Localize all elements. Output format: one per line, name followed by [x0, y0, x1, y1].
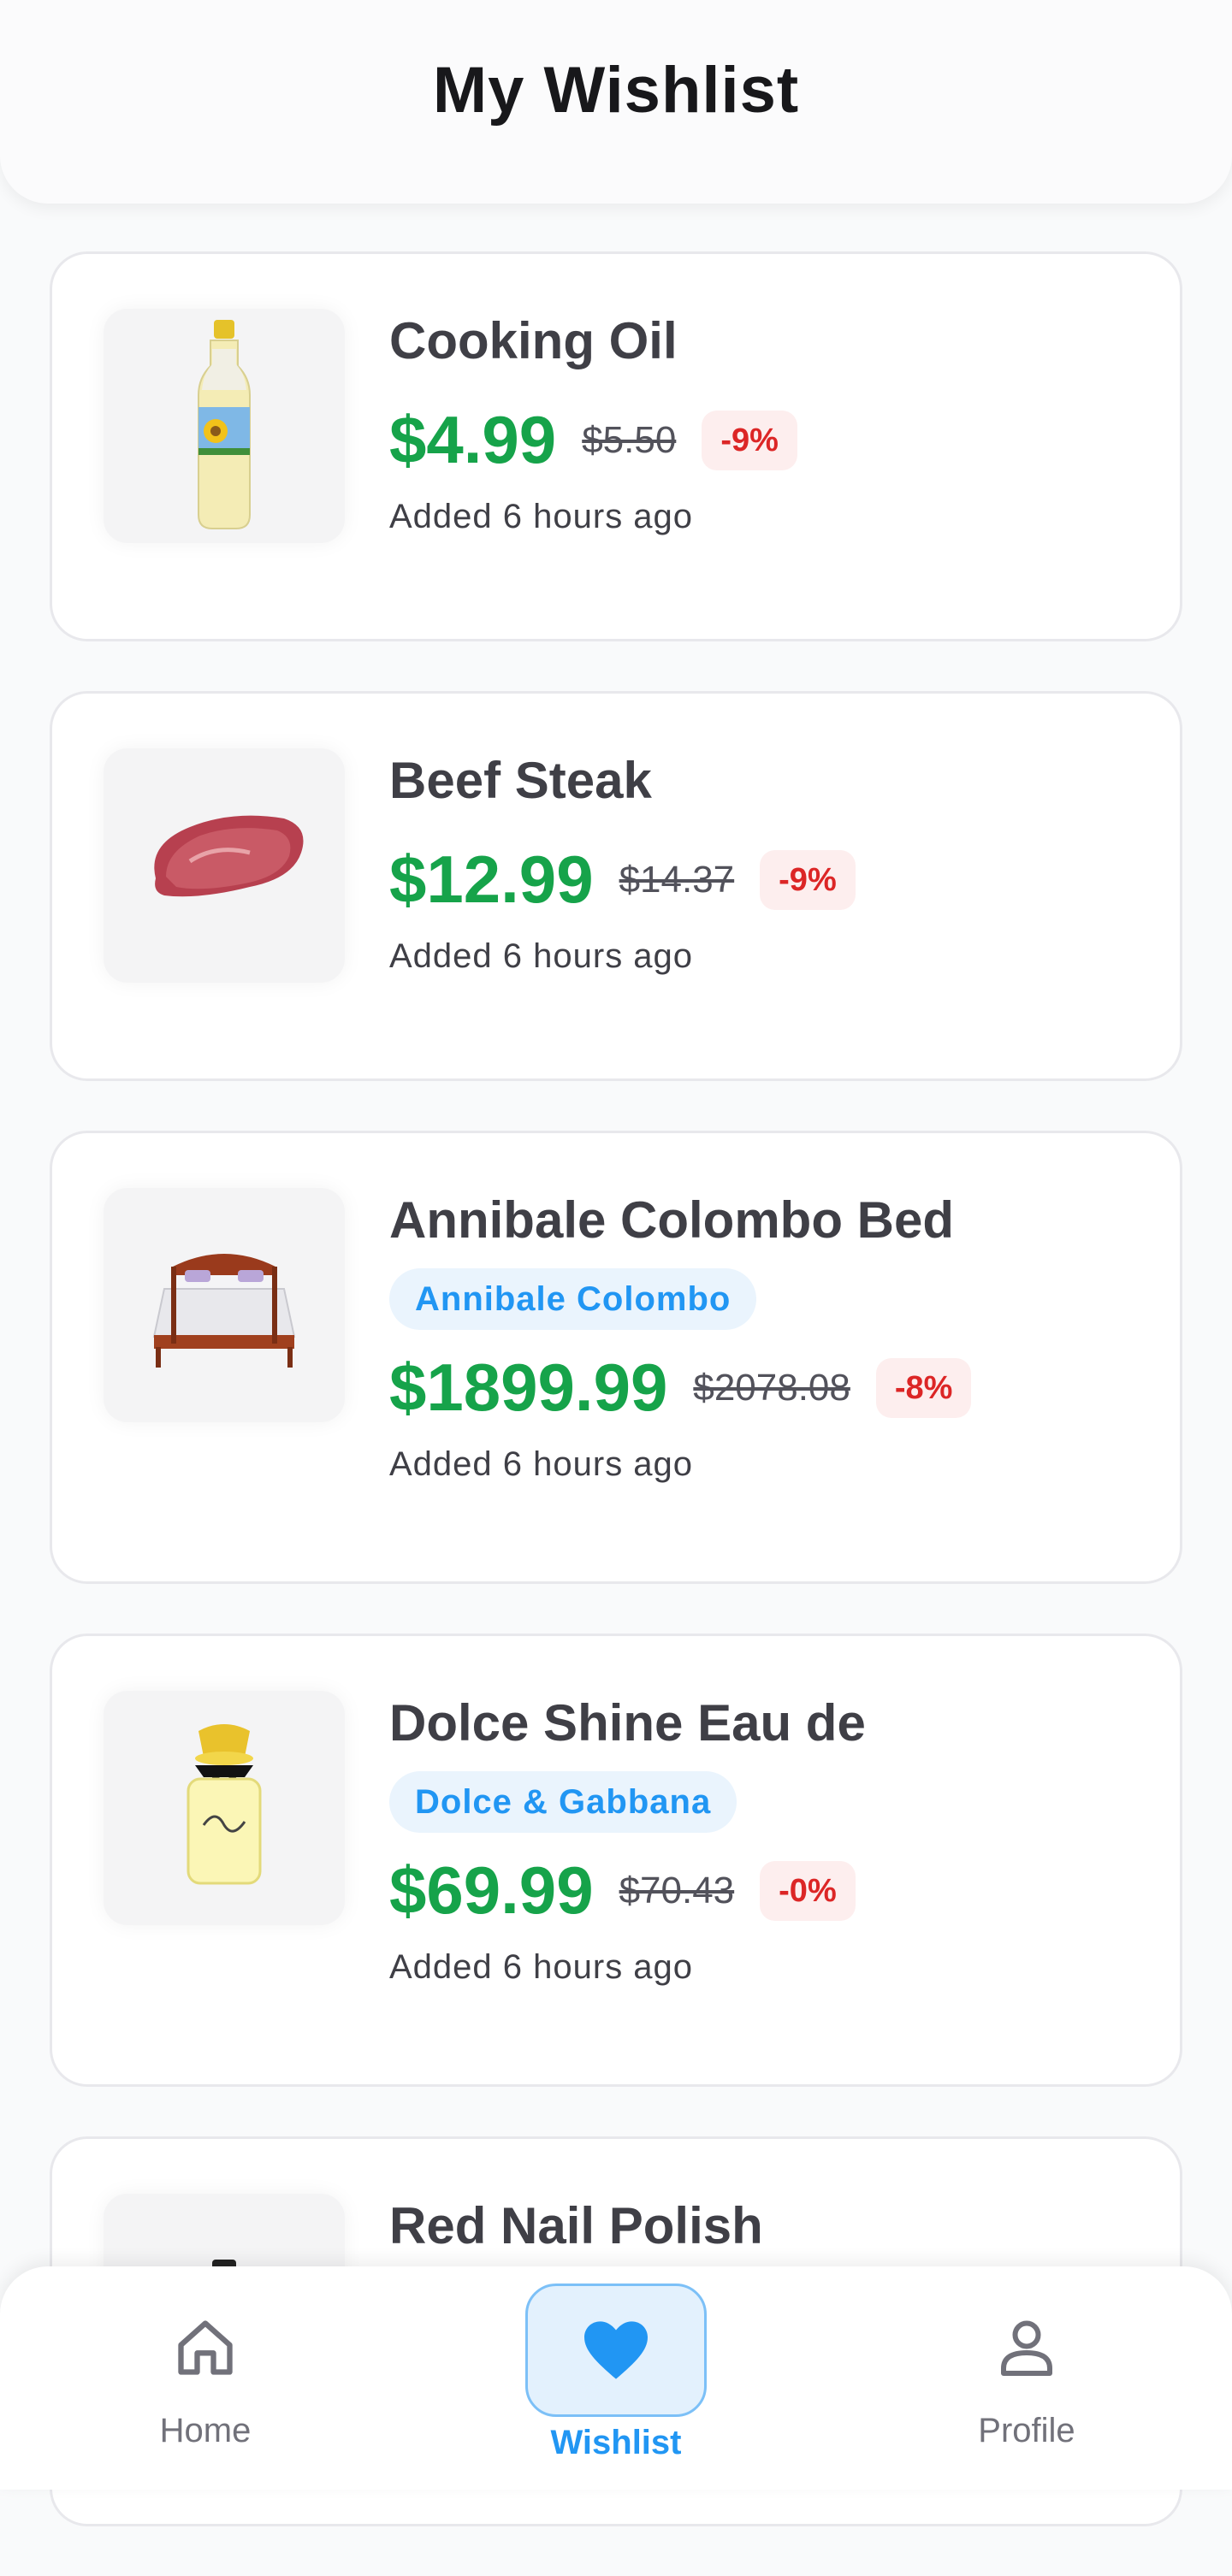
- nav-home[interactable]: Home: [77, 2266, 334, 2450]
- wishlist-card[interactable]: Dolce Shine Eau de Dolce & Gabbana $69.9…: [50, 1634, 1182, 2087]
- brand-tag[interactable]: Annibale Colombo: [389, 1268, 757, 1330]
- nav-wishlist-active-indicator: [525, 2284, 707, 2417]
- current-price: $1899.99: [389, 1350, 668, 1425]
- nav-home-label: Home: [159, 2412, 252, 2449]
- discount-badge: -0%: [760, 1860, 856, 1921]
- nav-profile-label: Profile: [978, 2412, 1075, 2449]
- current-price: $4.99: [389, 402, 557, 477]
- wishlist-card[interactable]: Annibale Colombo Bed Annibale Colombo $1…: [50, 1131, 1182, 1584]
- perfume-bottle-icon: [187, 1724, 262, 1885]
- original-price: $70.43: [619, 1869, 735, 1911]
- product-name: Annibale Colombo Bed: [389, 1191, 954, 1249]
- product-name: Red Nail Polish: [389, 2197, 763, 2254]
- product-image: [104, 1691, 345, 1925]
- nav-wishlist-label: Wishlist: [550, 2424, 682, 2461]
- current-price: $12.99: [389, 842, 594, 917]
- added-time: Added 6 hours ago: [389, 937, 694, 975]
- brand-tag[interactable]: Dolce & Gabbana: [389, 1771, 737, 1833]
- added-time: Added 6 hours ago: [389, 1948, 694, 1986]
- discount-badge: -8%: [875, 1357, 972, 1418]
- cooking-oil-bottle-icon: [198, 320, 251, 529]
- original-price: $2078.08: [693, 1366, 850, 1409]
- original-price: $14.37: [619, 858, 735, 901]
- person-icon: [1001, 2320, 1052, 2376]
- nav-profile[interactable]: Profile: [898, 2266, 1155, 2450]
- wishlist-list: Cooking Oil $4.99 $5.50 -9% Added 6 hour…: [50, 251, 1182, 2576]
- product-name: Beef Steak: [389, 752, 652, 809]
- original-price: $5.50: [582, 418, 677, 461]
- added-time: Added 6 hours ago: [389, 498, 694, 535]
- wishlist-card[interactable]: Beef Steak $12.99 $14.37 -9% Added 6 hou…: [50, 691, 1182, 1081]
- wishlist-card[interactable]: Cooking Oil $4.99 $5.50 -9% Added 6 hour…: [50, 251, 1182, 641]
- bed-icon: [152, 1254, 296, 1368]
- nav-wishlist[interactable]: Wishlist: [488, 2266, 744, 2462]
- bottom-nav: Home Wishlist Profile: [0, 2266, 1232, 2490]
- app-header: My Wishlist: [0, 0, 1232, 204]
- page-title: My Wishlist: [432, 54, 800, 127]
- discount-badge: -9%: [702, 410, 797, 470]
- heart-icon: [584, 2321, 648, 2379]
- product-image: [104, 309, 345, 543]
- current-price: $69.99: [389, 1852, 594, 1928]
- home-icon: [178, 2320, 233, 2375]
- beef-steak-icon: [154, 815, 304, 897]
- product-name: Dolce Shine Eau de: [389, 1694, 866, 1752]
- added-time: Added 6 hours ago: [389, 1445, 694, 1483]
- product-image: [104, 748, 345, 983]
- discount-badge: -9%: [760, 849, 856, 910]
- product-image: [104, 1188, 345, 1422]
- product-name: Cooking Oil: [389, 312, 678, 369]
